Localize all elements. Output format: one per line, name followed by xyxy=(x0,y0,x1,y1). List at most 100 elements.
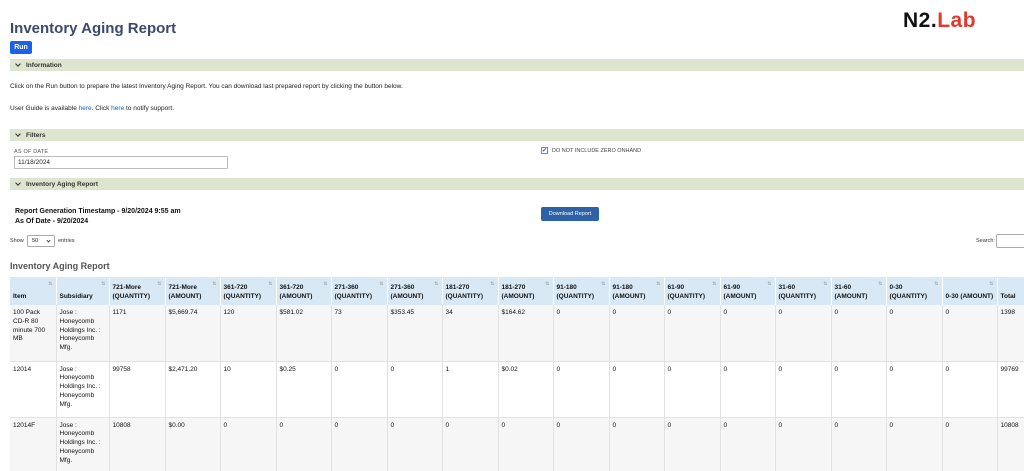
column-header[interactable]: 0-30 (QUANTITY) ⇅ xyxy=(886,277,943,305)
table-cell: 0 xyxy=(775,361,832,418)
column-header[interactable]: 361-720 (AMOUNT) ⇅ xyxy=(276,277,332,305)
section-filters-toggle[interactable]: Filters xyxy=(10,129,1024,141)
sort-icon: ⇅ xyxy=(656,281,661,287)
sort-icon: ⇅ xyxy=(545,281,550,287)
column-header-label: 271-360 (QUANTITY) xyxy=(334,284,373,300)
table-cell: 0 xyxy=(664,361,721,418)
table-cell: 0 xyxy=(664,417,721,471)
column-header-label: 31-60 (QUANTITY) xyxy=(778,284,817,300)
table-cell: Jose : Honeycomb Holdings Inc. : Honeyco… xyxy=(56,417,110,471)
table-cell: 34 xyxy=(442,305,499,362)
column-header[interactable]: 271-360 (QUANTITY) ⇅ xyxy=(331,277,388,305)
section-information-toggle[interactable]: Information xyxy=(10,59,1024,71)
notify-support-link[interactable]: here xyxy=(111,105,124,112)
column-header[interactable]: 181-270 (AMOUNT) ⇅ xyxy=(498,277,554,305)
report-as-of-date: As Of Date - 9/20/2024 xyxy=(15,218,89,225)
table-cell: 100 Pack CD-R 80 minute 700 MB xyxy=(10,305,57,362)
table-cell: 0 xyxy=(609,361,665,418)
column-header-label: 61-90 (QUANTITY) xyxy=(667,284,706,300)
table-cell: $353.45 xyxy=(387,305,443,362)
entries-select[interactable]: 50 xyxy=(27,235,55,247)
table-cell: 12014F xyxy=(10,417,57,471)
page-title: Inventory Aging Report xyxy=(10,20,177,37)
table-cell: 0 xyxy=(942,417,998,471)
column-header-label: Total xyxy=(1000,292,1016,300)
column-header[interactable]: 31-60 (AMOUNT) ⇅ xyxy=(831,277,887,305)
info-line-2-suffix: to notify support. xyxy=(124,105,175,112)
table-cell: $0.00 xyxy=(165,417,221,471)
as-of-date-label: AS OF DATE xyxy=(14,149,49,155)
sort-icon: ⇅ xyxy=(101,281,106,287)
column-header[interactable]: 721-More (QUANTITY) ⇅ xyxy=(109,277,166,305)
table-cell: $0.25 xyxy=(276,361,332,418)
sort-icon: ⇅ xyxy=(989,281,994,287)
table-row: 100 Pack CD-R 80 minute 700 MB Jose : Hon… xyxy=(10,305,1024,362)
section-report-label: Inventory Aging Report xyxy=(26,180,98,188)
table-cell: 0 xyxy=(387,417,443,471)
column-header-label: 0-30 (AMOUNT) xyxy=(945,292,994,300)
search-input[interactable] xyxy=(996,234,1024,248)
show-label: Show xyxy=(10,238,24,244)
table-cell: 1 xyxy=(442,361,499,418)
table-title: Inventory Aging Report xyxy=(10,261,110,271)
table-cell: 0 xyxy=(886,305,943,362)
user-guide-link[interactable]: here xyxy=(79,105,92,112)
sort-icon: ⇅ xyxy=(601,281,606,287)
sort-icon: ⇅ xyxy=(212,281,217,287)
column-header[interactable]: Total xyxy=(997,277,1024,305)
column-header-label: 721-More (AMOUNT) xyxy=(168,284,202,300)
column-header[interactable]: 361-720 (QUANTITY) ⇅ xyxy=(220,277,277,305)
sort-icon: ⇅ xyxy=(157,281,162,287)
table-cell: $581.02 xyxy=(276,305,332,362)
column-header[interactable]: Item ⇅ xyxy=(10,277,57,305)
table-cell: 0 xyxy=(775,305,832,362)
table-cell: 73 xyxy=(331,305,388,362)
column-header[interactable]: 61-90 (AMOUNT) ⇅ xyxy=(720,277,776,305)
sort-icon: ⇅ xyxy=(934,281,939,287)
column-header[interactable]: 91-180 (AMOUNT) ⇅ xyxy=(609,277,665,305)
download-report-button[interactable]: Download Report xyxy=(541,207,599,221)
as-of-date-input[interactable]: 11/18/2024 xyxy=(14,156,228,169)
sort-icon: ⇅ xyxy=(767,281,772,287)
table-cell: 0 xyxy=(775,417,832,471)
entries-select-value: 50 xyxy=(32,238,39,244)
entries-label: entries xyxy=(58,238,75,244)
section-information-label: Information xyxy=(26,61,62,69)
column-header[interactable]: 91-180 (QUANTITY) ⇅ xyxy=(553,277,610,305)
column-header-label: 91-180 (QUANTITY) xyxy=(556,284,595,300)
column-header[interactable]: 721-More (AMOUNT) ⇅ xyxy=(165,277,221,305)
table-cell: 0 xyxy=(498,417,554,471)
table-cell: 0 xyxy=(831,305,887,362)
column-header[interactable]: Subsidiary ⇅ xyxy=(56,277,110,305)
table-row: 12014 Jose : Honeycomb Holdings Inc. : Ho… xyxy=(10,361,1024,418)
column-header-label: 31-60 (AMOUNT) xyxy=(834,284,868,300)
column-header[interactable]: 181-270 (QUANTITY) ⇅ xyxy=(442,277,499,305)
column-header[interactable]: 61-90 (QUANTITY) ⇅ xyxy=(664,277,721,305)
table-cell: 99758 xyxy=(109,361,166,418)
table-cell: 0 xyxy=(942,305,998,362)
run-button[interactable]: Run xyxy=(10,41,32,54)
chevron-down-icon xyxy=(15,131,21,137)
sort-icon: ⇅ xyxy=(490,281,495,287)
zero-onhand-checkbox[interactable]: ✔ xyxy=(541,147,548,154)
table-cell: 0 xyxy=(831,417,887,471)
chevron-down-icon xyxy=(46,238,51,243)
section-report-toggle[interactable]: Inventory Aging Report xyxy=(10,178,1024,190)
sort-icon: ⇅ xyxy=(268,281,273,287)
column-header[interactable]: 271-360 (AMOUNT) ⇅ xyxy=(387,277,443,305)
table-cell: 0 xyxy=(720,305,776,362)
chevron-down-icon xyxy=(15,180,21,186)
table-cell: 0 xyxy=(331,361,388,418)
column-header[interactable]: 0-30 (AMOUNT) ⇅ xyxy=(942,277,998,305)
table-cell: 0 xyxy=(609,305,665,362)
table-cell: Jose : Honeycomb Holdings Inc. : Honeyco… xyxy=(56,305,110,362)
checkmark-icon: ✔ xyxy=(541,147,548,154)
column-header[interactable]: 31-60 (QUANTITY) ⇅ xyxy=(775,277,832,305)
table-cell: 0 xyxy=(664,305,721,362)
column-header-label: Item xyxy=(13,292,27,300)
table-cell: 10 xyxy=(220,361,277,418)
logo: N2.Lab xyxy=(903,9,976,33)
table-cell: 0 xyxy=(553,305,610,362)
column-header-label: 361-720 (AMOUNT) xyxy=(279,284,313,300)
zero-onhand-label: DO NOT INCLUDE ZERO ONHAND xyxy=(552,148,642,154)
